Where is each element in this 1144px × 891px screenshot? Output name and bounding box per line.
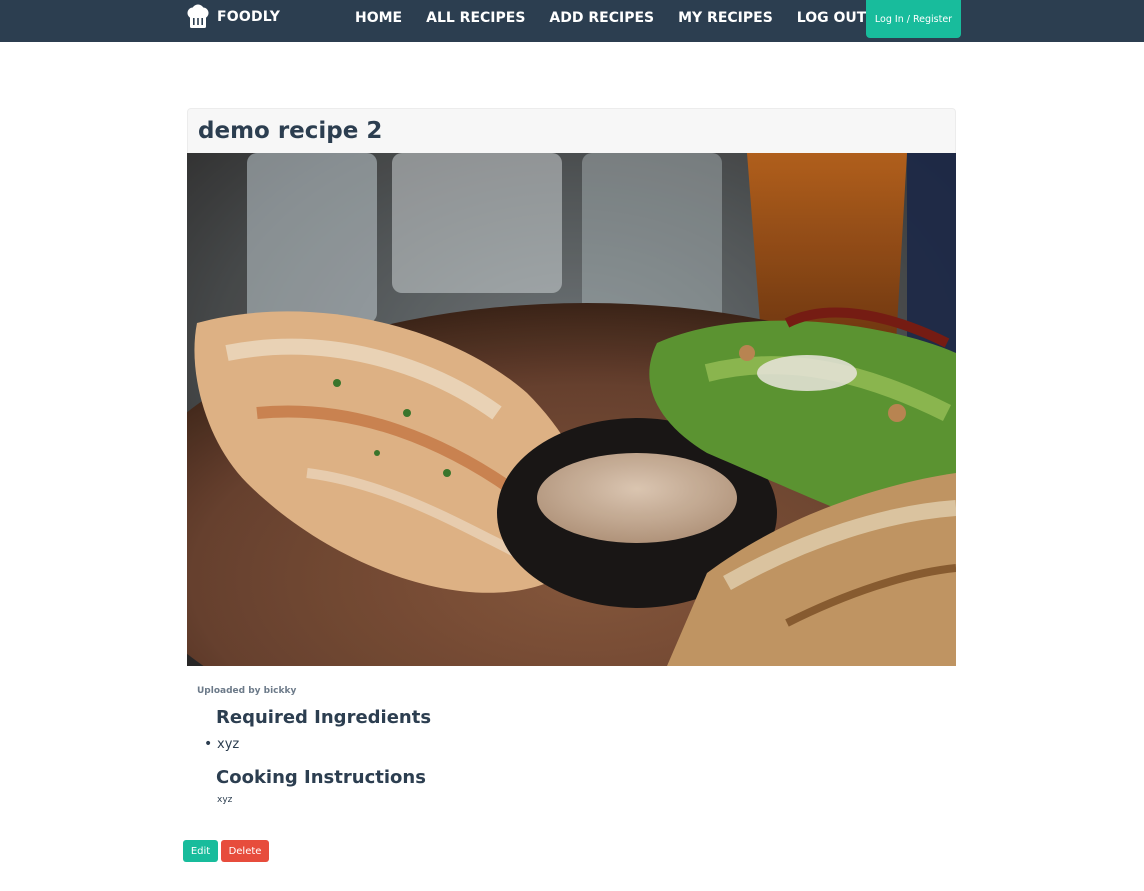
ingredients-heading: Required Ingredients (216, 707, 432, 728)
brand-name: FOODLY (217, 9, 281, 25)
login-register-button[interactable]: Log In / Register (866, 0, 961, 38)
nav-log-out[interactable]: LOG OUT (785, 10, 879, 26)
delete-button[interactable]: Delete (221, 840, 269, 862)
instructions-text: xyz (217, 795, 233, 805)
recipe-title: demo recipe 2 (198, 118, 383, 144)
nav-home[interactable]: HOME (343, 10, 414, 26)
chef-hat-icon (187, 4, 209, 28)
brand-logo[interactable]: FOODLY (186, 3, 280, 31)
instructions-heading: Cooking Instructions (216, 767, 426, 788)
nav-add-recipes[interactable]: ADD RECIPES (537, 10, 666, 26)
nav-all-recipes[interactable]: ALL RECIPES (414, 10, 537, 26)
nav-links: HOME ALL RECIPES ADD RECIPES MY RECIPES … (343, 0, 878, 36)
recipe-image (187, 153, 956, 666)
recipe-card-header: demo recipe 2 (187, 108, 956, 153)
uploaded-by-text: Uploaded by bickky (197, 686, 297, 696)
ingredient-item: xyz (204, 736, 239, 752)
ingredients-list: xyz (204, 736, 239, 752)
recipe-card: demo recipe 2 (187, 108, 956, 666)
nav-my-recipes[interactable]: MY RECIPES (666, 10, 785, 26)
top-navbar: FOODLY HOME ALL RECIPES ADD RECIPES MY R… (0, 0, 1144, 42)
edit-button[interactable]: Edit (183, 840, 218, 862)
